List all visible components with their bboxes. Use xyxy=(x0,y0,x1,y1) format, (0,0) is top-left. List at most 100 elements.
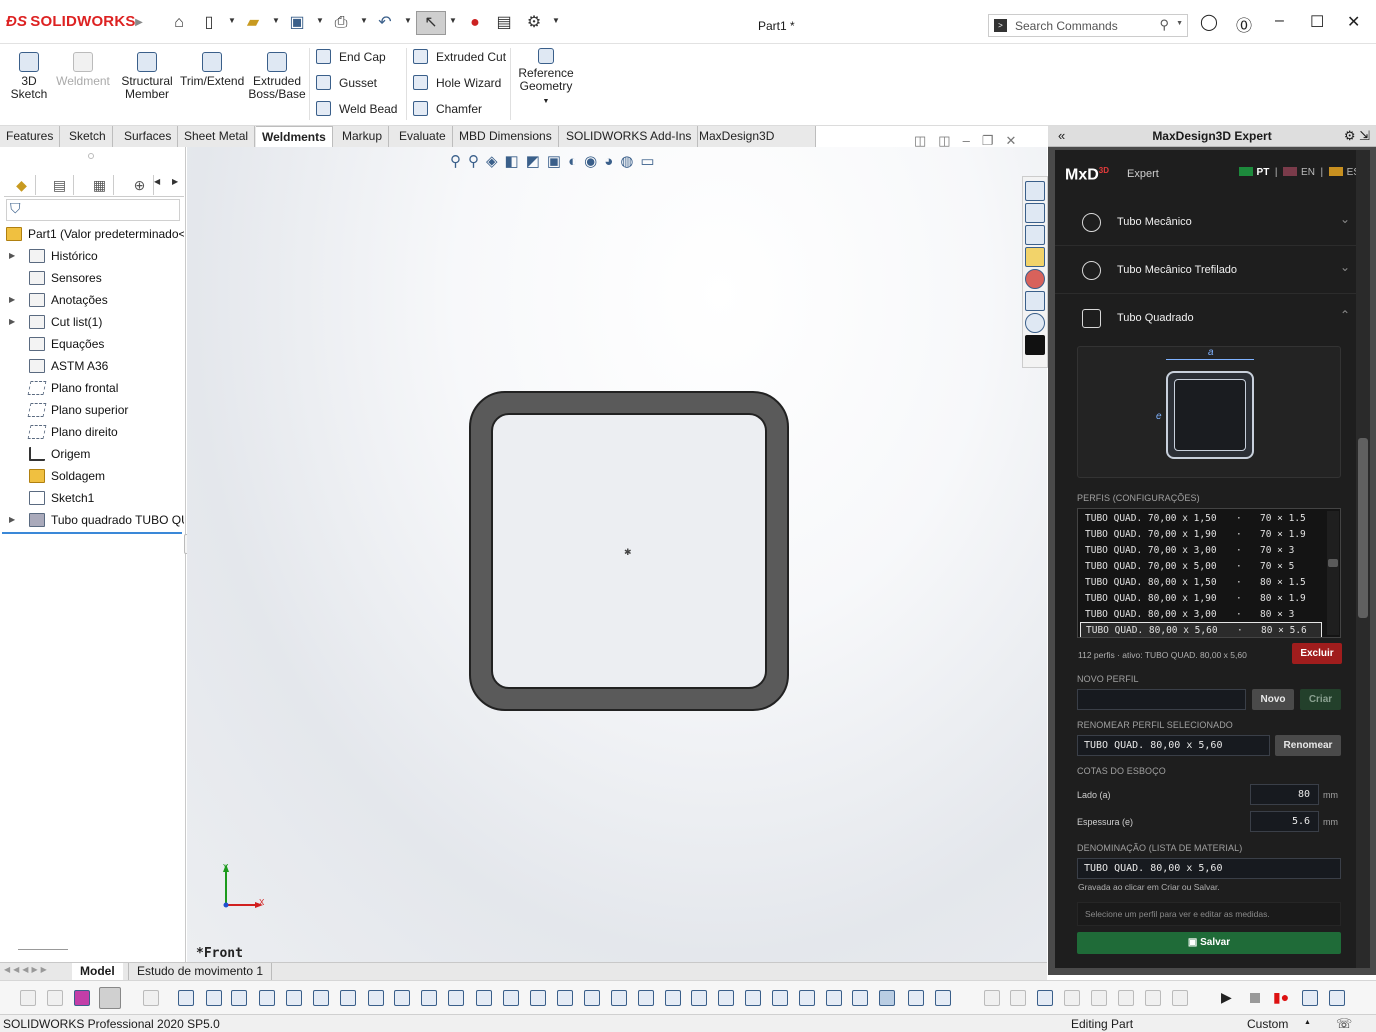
search-icon[interactable]: ⚲ xyxy=(1159,17,1169,33)
trim-extend-button[interactable]: Trim/Extend xyxy=(180,52,244,88)
stop-icon[interactable] xyxy=(1250,993,1260,1003)
tab-maxdesign3d-expert[interactable]: MaxDesign3D Expert xyxy=(693,126,816,163)
design-library-icon[interactable] xyxy=(1025,225,1045,245)
section-tubo-mecanico-trefilado[interactable]: Tubo Mecânico Trefilado ⌄ xyxy=(1055,248,1358,294)
unit-system-selector[interactable]: Custom xyxy=(1247,1017,1288,1031)
edit-appearance-icon[interactable]: ◕ xyxy=(604,153,620,170)
list-item-selected[interactable]: TUBO QUAD. 80,00 x 5,60 · 80 × 5.6 xyxy=(1080,622,1322,637)
scrollbar-thumb[interactable] xyxy=(1328,559,1338,567)
delete-profile-button[interactable]: Excluir xyxy=(1292,643,1342,664)
tab-markup[interactable]: Markup xyxy=(336,126,390,147)
tree-item-anotacoes[interactable]: ▶ Anotações xyxy=(0,289,184,311)
weld-bead-button[interactable]: Weld Bead xyxy=(316,100,397,118)
convert-entities-icon[interactable] xyxy=(421,990,437,1006)
tab-surfaces[interactable]: Surfaces xyxy=(118,126,179,147)
new-profile-input[interactable] xyxy=(1077,689,1246,710)
trim-icon[interactable] xyxy=(448,990,464,1006)
menu-expand-icon[interactable]: ▶ xyxy=(130,14,148,32)
viewport-minimize-icon[interactable]: – xyxy=(963,133,982,148)
end-cap-button[interactable]: End Cap xyxy=(316,48,386,66)
spline-icon[interactable] xyxy=(665,990,681,1006)
close-icon[interactable]: ✕ xyxy=(1347,12,1360,32)
surface-finish-disabled-icon[interactable] xyxy=(1145,990,1161,1006)
custom-properties-icon[interactable] xyxy=(1025,291,1045,311)
scrollbar-thumb[interactable] xyxy=(1358,438,1368,618)
open-folder-icon[interactable]: ▰ xyxy=(244,14,262,32)
dimxpert-tab-icon[interactable]: ⊕ xyxy=(126,175,154,195)
configuration-manager-tab-icon[interactable]: ▦ xyxy=(86,175,114,195)
pane-settings-icon[interactable]: ⚙ ⇲ xyxy=(1344,128,1370,144)
centerline-icon[interactable] xyxy=(313,990,329,1006)
list-item[interactable]: TUBO QUAD. 70,00 x 5,00 · 70 × 5 xyxy=(1080,559,1322,575)
tree-item-historico[interactable]: ▶ Histórico xyxy=(0,245,184,267)
list-item[interactable]: TUBO QUAD. 80,00 x 1,90 · 80 × 1.9 xyxy=(1080,591,1322,607)
profiles-scrollbar[interactable] xyxy=(1327,511,1339,635)
lang-en[interactable]: EN xyxy=(1301,167,1315,178)
thickness-input[interactable]: 5.6 xyxy=(1250,811,1319,832)
tree-item-plano-superior[interactable]: Plano superior xyxy=(0,399,184,421)
property-manager-tab-icon[interactable]: ▤ xyxy=(46,175,74,195)
tree-item-sketch1[interactable]: Sketch1 xyxy=(0,487,184,509)
maximize-icon[interactable]: ☐ xyxy=(1310,12,1324,32)
relations-icon[interactable] xyxy=(557,990,573,1006)
annotation-icon[interactable] xyxy=(1037,990,1053,1006)
units-dropdown-icon[interactable]: ▲ xyxy=(1304,1019,1311,1026)
new-dropdown-icon[interactable]: ▼ xyxy=(228,16,236,25)
tab-scroll-left-icon[interactable]: ◀ xyxy=(154,177,160,186)
line-icon[interactable] xyxy=(206,990,222,1006)
bom-denomination-input[interactable]: TUBO QUAD. 80,00 x 5,60 xyxy=(1077,858,1341,879)
tab-model[interactable]: Model xyxy=(72,963,123,981)
create-profile-button[interactable]: Criar xyxy=(1300,689,1341,710)
filter-toggle-icon[interactable] xyxy=(74,990,90,1006)
sketch-text-icon[interactable] xyxy=(584,990,600,1006)
tab-weldments[interactable]: Weldments xyxy=(256,126,333,147)
tab-sheet-metal[interactable]: Sheet Metal xyxy=(178,126,256,147)
list-item[interactable]: TUBO QUAD. 80,00 x 1,50 · 80 × 1.5 xyxy=(1080,575,1322,591)
lang-pt[interactable]: PT xyxy=(1257,167,1270,178)
view-settings-icon[interactable]: ▭ xyxy=(640,153,661,170)
list-item[interactable]: TUBO QUAD. 70,00 x 1,50 · 70 × 1.5 xyxy=(1080,511,1322,527)
check-icon[interactable] xyxy=(745,990,761,1006)
print-icon[interactable]: ⎙ xyxy=(332,14,350,32)
filter-icon[interactable] xyxy=(20,990,36,1006)
section-radio[interactable] xyxy=(1082,261,1101,280)
search-commands-input[interactable]: > Search Commands ⚲ ▼ xyxy=(988,14,1188,37)
list-item[interactable]: TUBO QUAD. 70,00 x 1,90 · 70 × 1.9 xyxy=(1080,527,1322,543)
options-dropdown-icon[interactable]: ▼ xyxy=(552,16,560,25)
tree-item-soldagem[interactable]: Soldagem xyxy=(0,465,184,487)
tree-item-sensores[interactable]: Sensores xyxy=(0,267,184,289)
rapid-sketch-icon[interactable] xyxy=(908,990,924,1006)
text-icon[interactable] xyxy=(638,990,654,1006)
balloon-disabled-icon[interactable] xyxy=(1064,990,1080,1006)
apply-scene-icon[interactable]: ◍ xyxy=(620,153,640,170)
hide-show-items-icon[interactable]: ◉ xyxy=(584,153,604,170)
view-orientation-icon[interactable]: ▣ xyxy=(547,153,568,170)
chevron-up-icon[interactable]: ⌃ xyxy=(1340,308,1350,322)
edit-icon[interactable] xyxy=(772,990,788,1006)
save-icon[interactable]: ▣ xyxy=(288,14,306,32)
zoom-area-icon[interactable]: ⚲ xyxy=(468,153,486,170)
tree-item-cut-list[interactable]: ▶ Cut list(1) xyxy=(0,311,184,333)
grid-icon[interactable] xyxy=(691,990,707,1006)
expand-icon[interactable]: ▶ xyxy=(9,289,15,311)
home-icon[interactable]: ⌂ xyxy=(170,14,188,32)
previous-view-icon[interactable]: ◈ xyxy=(486,153,505,170)
extruded-cut-button[interactable]: Extruded Cut xyxy=(413,48,506,66)
options-gear-icon[interactable]: ⚙ xyxy=(525,14,543,32)
task-pane-scrollbar[interactable] xyxy=(1356,150,1370,968)
uk-flag-icon[interactable] xyxy=(1283,167,1298,176)
move-icon[interactable] xyxy=(826,990,842,1006)
select-dropdown-icon[interactable]: ▼ xyxy=(449,16,457,25)
open-dropdown-icon[interactable]: ▼ xyxy=(272,16,280,25)
mirror-icon[interactable] xyxy=(503,990,519,1006)
tree-item-plano-frontal[interactable]: Plano frontal xyxy=(0,377,184,399)
rename-profile-button[interactable]: Renomear xyxy=(1275,735,1341,756)
extruded-boss-button[interactable]: Extruded Boss/Base xyxy=(248,52,306,101)
new-profile-button[interactable]: Novo xyxy=(1252,689,1294,710)
tab-solidworks-addins[interactable]: SOLIDWORKS Add-Ins xyxy=(560,126,699,147)
expand-icon[interactable]: ▶ xyxy=(9,311,15,333)
dynamic-annotation-icon[interactable]: ◩ xyxy=(526,153,547,170)
datum-disabled-icon[interactable] xyxy=(1118,990,1134,1006)
chevron-down-icon[interactable]: ⌄ xyxy=(1340,212,1350,226)
sphere-icon[interactable] xyxy=(799,990,815,1006)
